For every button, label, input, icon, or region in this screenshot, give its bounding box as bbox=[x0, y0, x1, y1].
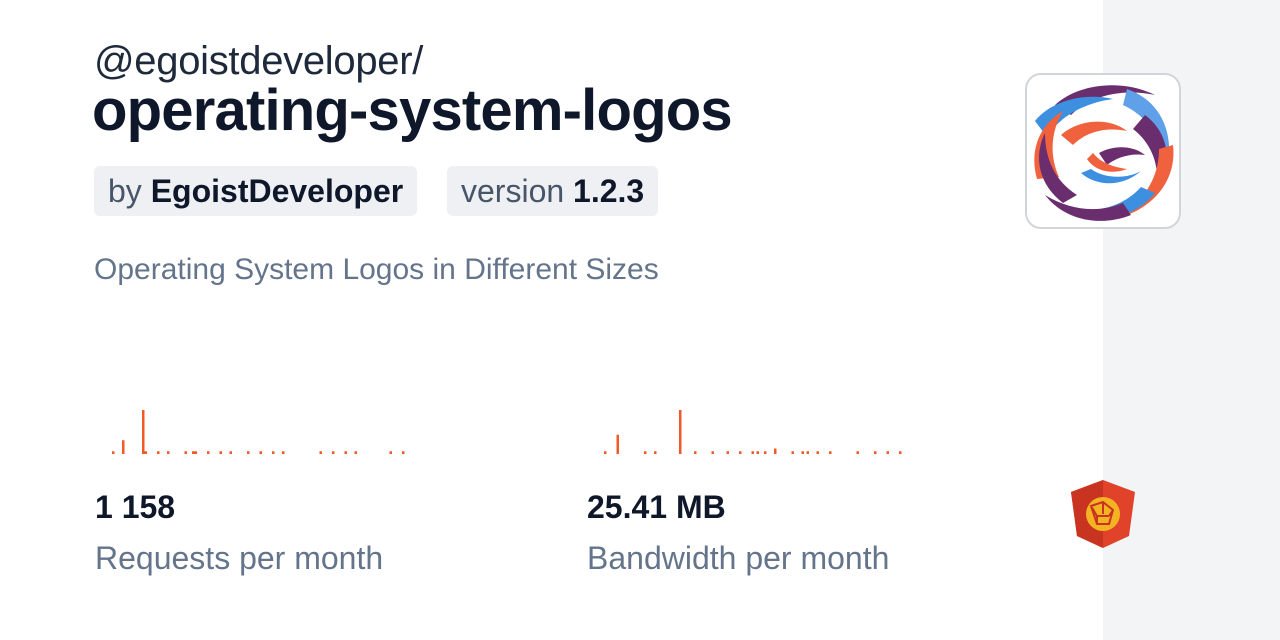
sparkline-bar bbox=[806, 451, 809, 454]
jsdelivr-logo-icon bbox=[1071, 480, 1135, 548]
sparkline-bar bbox=[167, 451, 170, 454]
sparkline-bar bbox=[142, 410, 145, 454]
sparkline-bar bbox=[344, 451, 347, 454]
sparkline-bar bbox=[711, 451, 714, 454]
sparkline-bar bbox=[774, 448, 777, 454]
sparkline-bar bbox=[219, 451, 222, 454]
sparkline-bar bbox=[184, 451, 187, 454]
package-description: Operating System Logos in Different Size… bbox=[94, 253, 659, 286]
package-logo bbox=[1025, 73, 1181, 229]
sparkline-bar bbox=[751, 451, 754, 454]
sparkline-bar bbox=[112, 451, 115, 454]
author-name: EgoistDeveloper bbox=[150, 173, 404, 209]
sparkline-bar bbox=[829, 451, 832, 454]
package-name: operating-system-logos bbox=[92, 78, 733, 143]
sparkline-bar bbox=[856, 451, 859, 454]
sparkline-bar bbox=[756, 451, 759, 454]
sparkline-bar bbox=[679, 410, 682, 454]
sparkline-bar bbox=[332, 451, 335, 454]
sparkline-bar bbox=[604, 451, 607, 454]
swirl-logo-icon bbox=[1034, 85, 1174, 221]
sparkline-bar bbox=[874, 451, 877, 454]
sparkline-bar bbox=[319, 451, 322, 454]
author-badge: by EgoistDeveloper bbox=[94, 166, 418, 216]
sparkline-bar bbox=[354, 451, 357, 454]
sparkline-bar bbox=[247, 451, 250, 454]
sparkline-bar bbox=[157, 451, 160, 454]
sparkline-bar bbox=[207, 451, 210, 454]
version-number: 1.2.3 bbox=[573, 173, 645, 209]
sparkline-bar bbox=[726, 451, 729, 454]
sparkline-bar bbox=[886, 451, 889, 454]
requests-label: Requests per month bbox=[95, 540, 384, 576]
package-card: @egoistdeveloper/ operating-system-logos… bbox=[0, 0, 1280, 640]
sparkline-bar bbox=[764, 451, 767, 454]
sparkline-bar bbox=[259, 451, 262, 454]
sparkline-bar bbox=[192, 451, 195, 454]
sparkline-bar bbox=[816, 451, 819, 454]
sparkline-bar bbox=[694, 451, 697, 454]
sparkline-bar bbox=[389, 451, 392, 454]
sparkline-bar bbox=[402, 451, 405, 454]
sparkline-bar bbox=[229, 451, 232, 454]
sparkline-bar bbox=[644, 451, 647, 454]
bandwidth-sparkline bbox=[604, 410, 902, 454]
sparkline-bar bbox=[899, 451, 902, 454]
sparkline-bar bbox=[122, 440, 125, 454]
sparkline-bar bbox=[616, 434, 619, 454]
sparkline-bar bbox=[282, 451, 285, 454]
sparkline-bar bbox=[801, 451, 804, 454]
author-prefix: by bbox=[108, 173, 142, 209]
sparkline-bar bbox=[654, 451, 657, 454]
bandwidth-value: 25.41 MB bbox=[587, 489, 726, 525]
sparkline-bar bbox=[144, 451, 147, 454]
version-badge: version 1.2.3 bbox=[447, 166, 659, 216]
requests-value: 1 158 bbox=[95, 489, 176, 525]
bandwidth-label: Bandwidth per month bbox=[587, 540, 890, 576]
sparkline-bar bbox=[194, 451, 197, 454]
sparkline-bar bbox=[791, 451, 794, 454]
sparkline-bar bbox=[739, 451, 742, 454]
sparkline-bar bbox=[272, 451, 275, 454]
requests-sparkline bbox=[112, 410, 405, 454]
version-prefix: version bbox=[461, 173, 565, 209]
